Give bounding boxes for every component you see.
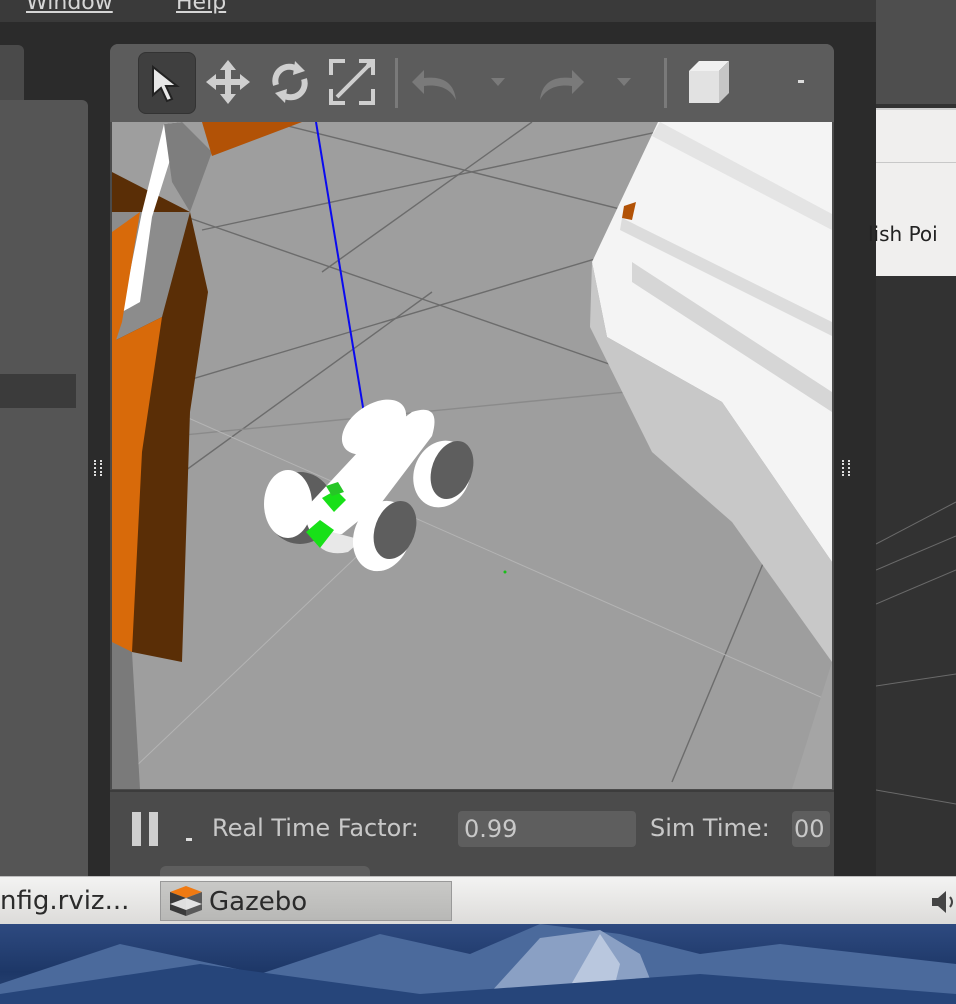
undo-button[interactable] xyxy=(408,52,464,112)
scale-icon xyxy=(329,59,375,105)
redo-button[interactable] xyxy=(532,52,588,112)
left-dock-panel xyxy=(0,100,88,880)
toolbar-separator xyxy=(664,58,667,108)
background-grid xyxy=(876,501,956,805)
arrow-cursor-icon xyxy=(152,64,180,103)
menu-help[interactable]: Help xyxy=(176,0,226,15)
background-window-text: lish Poi xyxy=(868,222,938,246)
desktop-wallpaper xyxy=(0,924,956,1004)
right-splitter-handle[interactable] xyxy=(842,460,850,476)
mountain-wallpaper xyxy=(0,924,956,1004)
menu-bar: Window Help xyxy=(0,0,876,22)
redo-history-dropdown[interactable] xyxy=(604,52,644,112)
background-window-panel xyxy=(876,108,956,276)
chevron-down-icon xyxy=(491,78,505,86)
left-splitter-handle[interactable] xyxy=(94,460,102,476)
sim-time-label: Sim Time: xyxy=(650,814,770,842)
gazebo-app-icon xyxy=(170,886,202,916)
box-shape-button[interactable] xyxy=(680,52,736,112)
undo-history-dropdown[interactable] xyxy=(478,52,518,112)
volume-icon[interactable] xyxy=(930,888,956,916)
left-dock-tab[interactable] xyxy=(0,45,24,101)
translate-mode-button[interactable] xyxy=(200,52,256,112)
redo-icon xyxy=(540,70,584,100)
scene-viewport[interactable] xyxy=(112,122,832,789)
sim-time-value: 00 xyxy=(792,811,830,847)
taskbar-item-rviz[interactable]: nfig.rviz... xyxy=(0,881,156,921)
menu-window[interactable]: Window xyxy=(26,0,113,15)
select-mode-button[interactable] xyxy=(138,52,196,114)
pause-button[interactable] xyxy=(132,812,160,846)
box-icon xyxy=(689,61,729,103)
step-handle[interactable] xyxy=(186,838,192,841)
toolbar-separator xyxy=(395,58,398,108)
real-time-factor-label: Real Time Factor: xyxy=(212,814,419,842)
rotate-mode-button[interactable] xyxy=(262,52,318,112)
move-arrows-icon xyxy=(206,60,250,104)
left-panel-scroll-handle[interactable] xyxy=(0,374,76,408)
scale-mode-button[interactable] xyxy=(324,52,380,112)
chevron-down-icon xyxy=(617,78,631,86)
real-time-factor-value: 0.99 xyxy=(458,811,636,847)
scene-render xyxy=(112,122,832,789)
background-window-header xyxy=(876,0,956,104)
toolbar-overflow-handle[interactable] xyxy=(798,80,804,83)
rotate-icon xyxy=(272,61,308,103)
undo-icon xyxy=(412,70,456,100)
